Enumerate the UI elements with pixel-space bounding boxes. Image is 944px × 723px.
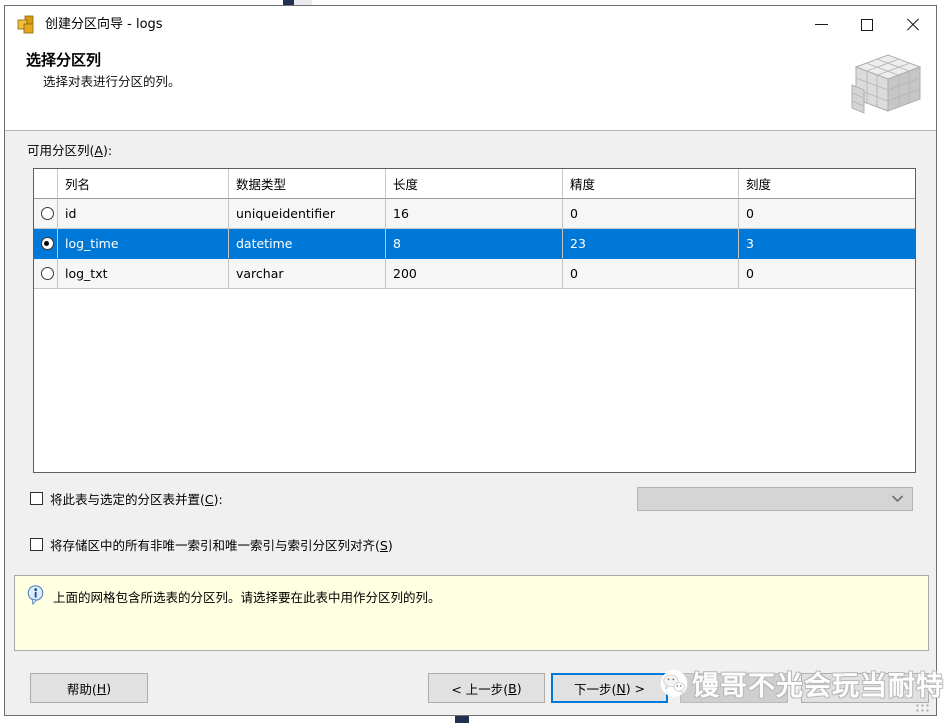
cell-datatype: varchar bbox=[229, 259, 386, 289]
cell-name: log_time bbox=[58, 229, 229, 259]
cell-scale: 0 bbox=[739, 199, 915, 229]
row-radio-selected[interactable] bbox=[40, 237, 54, 250]
cell-precision: 23 bbox=[563, 229, 739, 259]
row-radio-unselected[interactable] bbox=[40, 207, 54, 220]
cell-scale: 0 bbox=[739, 259, 915, 289]
column-header-name: 列名 bbox=[58, 169, 229, 199]
back-button[interactable]: < 上一步(B) bbox=[428, 673, 545, 703]
window-controls bbox=[798, 6, 936, 43]
info-icon bbox=[27, 585, 44, 605]
column-header-precision: 精度 bbox=[563, 169, 739, 199]
row-radio-unselected[interactable] bbox=[40, 267, 54, 280]
align-indexes-label: 将存储区中的所有非唯一索引和唯一索引与索引分区列对齐(S) bbox=[50, 538, 393, 553]
table-row-log-txt[interactable]: log_txt varchar 200 0 0 bbox=[34, 259, 915, 289]
wizard-header: 选择分区列 选择对表进行分区的列。 bbox=[5, 43, 936, 131]
page-subtitle: 选择对表进行分区的列。 bbox=[43, 74, 181, 89]
cell-scale: 3 bbox=[739, 229, 915, 259]
wizard-window: 创建分区向导 - logs 选择分区列 选择对表进行分区的列。 可用分区列(A)… bbox=[4, 5, 937, 716]
partition-columns-grid: 列名 数据类型 长度 精度 刻度 id uniqueidentifier 16 … bbox=[33, 168, 916, 473]
help-button[interactable]: 帮助(H) bbox=[30, 673, 148, 703]
align-indexes-checkbox[interactable] bbox=[30, 538, 43, 551]
maximize-icon bbox=[861, 18, 873, 31]
column-header-length: 长度 bbox=[386, 169, 563, 199]
table-row-log-time-selected[interactable]: log_time datetime 8 23 3 bbox=[34, 229, 915, 259]
collocate-checkbox[interactable] bbox=[30, 492, 43, 505]
column-header-datatype: 数据类型 bbox=[229, 169, 386, 199]
minimize-icon bbox=[814, 24, 828, 25]
cell-length: 200 bbox=[386, 259, 563, 289]
cell-name: id bbox=[58, 199, 229, 229]
cell-datatype: datetime bbox=[229, 229, 386, 259]
minimize-button[interactable] bbox=[798, 6, 844, 43]
page-title: 选择分区列 bbox=[26, 51, 102, 69]
partition-table-dropdown bbox=[637, 487, 913, 511]
watermark: 馒哥不光会玩当耐特 bbox=[660, 660, 944, 706]
watermark-text: 馒哥不光会玩当耐特 bbox=[692, 670, 944, 702]
title-bar: 创建分区向导 - logs bbox=[5, 6, 936, 43]
close-icon bbox=[906, 18, 920, 32]
grid-header-radio-cell bbox=[34, 169, 58, 199]
cell-name: log_txt bbox=[58, 259, 229, 289]
bottom-edge-artifact-dark bbox=[455, 716, 469, 723]
close-button[interactable] bbox=[890, 6, 936, 43]
cell-precision: 0 bbox=[563, 199, 739, 229]
info-text: 上面的网格包含所选表的分区列。请选择要在此表中用作分区列的列。 bbox=[53, 590, 441, 605]
cell-datatype: uniqueidentifier bbox=[229, 199, 386, 229]
info-box: 上面的网格包含所选表的分区列。请选择要在此表中用作分区列的列。 bbox=[14, 575, 929, 651]
collocate-option[interactable]: 将此表与选定的分区表并置(C): bbox=[30, 489, 223, 508]
align-indexes-option[interactable]: 将存储区中的所有非唯一索引和唯一索引与索引分区列对齐(S) bbox=[30, 535, 393, 554]
available-columns-label: 可用分区列(A): bbox=[27, 143, 113, 158]
chevron-down-icon bbox=[891, 495, 904, 503]
window-title: 创建分区向导 - logs bbox=[45, 17, 163, 32]
cell-length: 16 bbox=[386, 199, 563, 229]
grid-empty-area bbox=[34, 289, 915, 472]
grid-header-row: 列名 数据类型 长度 精度 刻度 bbox=[34, 169, 915, 199]
wechat-icon bbox=[660, 669, 688, 697]
dialog-body: 可用分区列(A): 列名 数据类型 长度 精度 刻度 id uniqueiden… bbox=[5, 131, 936, 715]
next-button[interactable]: 下一步(N) > bbox=[551, 673, 668, 703]
app-icon bbox=[17, 15, 34, 34]
column-header-scale: 刻度 bbox=[739, 169, 915, 199]
screenshot-canvas: 创建分区向导 - logs 选择分区列 选择对表进行分区的列。 可用分区列(A)… bbox=[0, 0, 944, 723]
collocate-label: 将此表与选定的分区表并置(C): bbox=[50, 492, 223, 507]
table-row-id[interactable]: id uniqueidentifier 16 0 0 bbox=[34, 199, 915, 229]
cell-precision: 0 bbox=[563, 259, 739, 289]
cell-length: 8 bbox=[386, 229, 563, 259]
maximize-button[interactable] bbox=[844, 6, 890, 43]
partitioned-cube-graphic bbox=[851, 54, 922, 114]
